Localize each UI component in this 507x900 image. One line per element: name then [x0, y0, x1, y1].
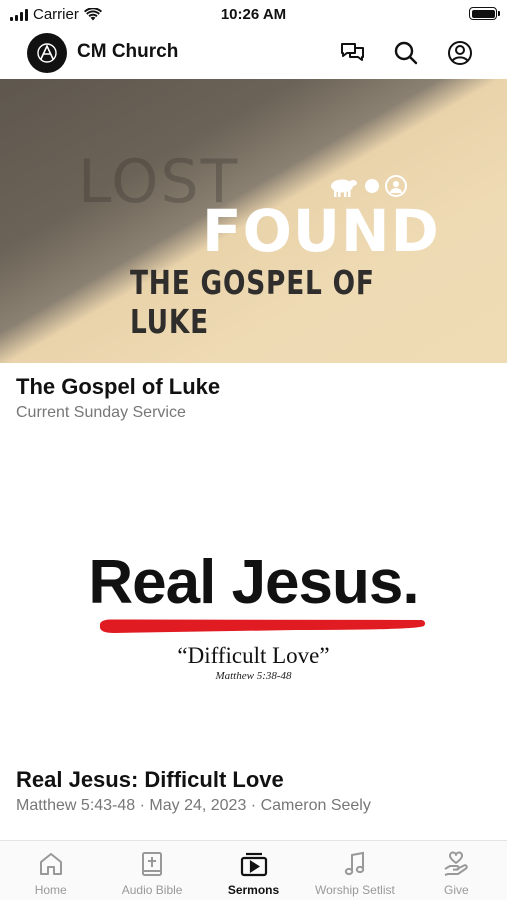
banner-gospel-text: THE GOSPEL OF LUKE	[130, 263, 375, 341]
tab-label-sermons: Sermons	[227, 883, 280, 897]
church-logo-icon[interactable]	[27, 33, 67, 73]
app-header: CM Church	[0, 30, 507, 78]
sermon-banner-title: Real Jesus.	[88, 548, 419, 617]
bible-icon	[138, 850, 166, 878]
tab-bar: Home Audio Bible Sermons Worship Setlist…	[0, 840, 507, 900]
coin-icon	[365, 179, 379, 193]
tab-home[interactable]: Home	[0, 841, 101, 900]
battery-icon	[469, 7, 500, 20]
status-time: 10:26 AM	[220, 6, 287, 23]
search-icon[interactable]	[392, 39, 420, 67]
sermon-title[interactable]: Real Jesus: Difficult Love	[16, 767, 284, 793]
person-icon	[385, 175, 407, 197]
tab-label-give: Give	[443, 883, 469, 897]
tab-label-home: Home	[34, 883, 67, 897]
sermon-banner-reference: Matthew 5:38-48	[215, 670, 292, 682]
app-title: CM Church	[77, 41, 179, 62]
tab-label-worship-setlist: Worship Setlist	[315, 883, 395, 897]
banner-emblems	[325, 175, 407, 197]
tab-label-audio-bible: Audio Bible	[121, 883, 183, 897]
featured-series-banner[interactable]: LOST FOUND THE GOSPEL OF LUKE	[0, 79, 507, 363]
sermon-meta: Matthew 5:43-48 · May 24, 2023 · Cameron…	[16, 797, 371, 814]
sermon-banner[interactable]: Real Jesus. “Difficult Love” Matthew 5:3…	[0, 455, 507, 755]
play-video-icon	[240, 850, 268, 878]
tab-worship-setlist[interactable]: Worship Setlist	[304, 841, 405, 900]
tab-give[interactable]: Give	[406, 841, 507, 900]
music-note-icon	[341, 850, 369, 878]
chat-icon[interactable]	[339, 39, 367, 67]
sheep-icon	[331, 179, 357, 197]
red-brush-stroke	[99, 619, 426, 633]
tab-audio-bible[interactable]: Audio Bible	[101, 841, 202, 900]
profile-icon[interactable]	[446, 39, 474, 67]
home-icon	[37, 850, 65, 878]
status-bar: Carrier 10:26 AM	[0, 0, 507, 30]
sermon-banner-quote: “Difficult Love”	[177, 643, 330, 668]
featured-series-title[interactable]: The Gospel of Luke	[16, 374, 220, 400]
featured-series-subtitle: Current Sunday Service	[16, 404, 186, 421]
tab-sermons[interactable]: Sermons	[203, 841, 304, 900]
give-hand-heart-icon	[442, 850, 470, 878]
banner-found-text: FOUND	[202, 197, 440, 265]
